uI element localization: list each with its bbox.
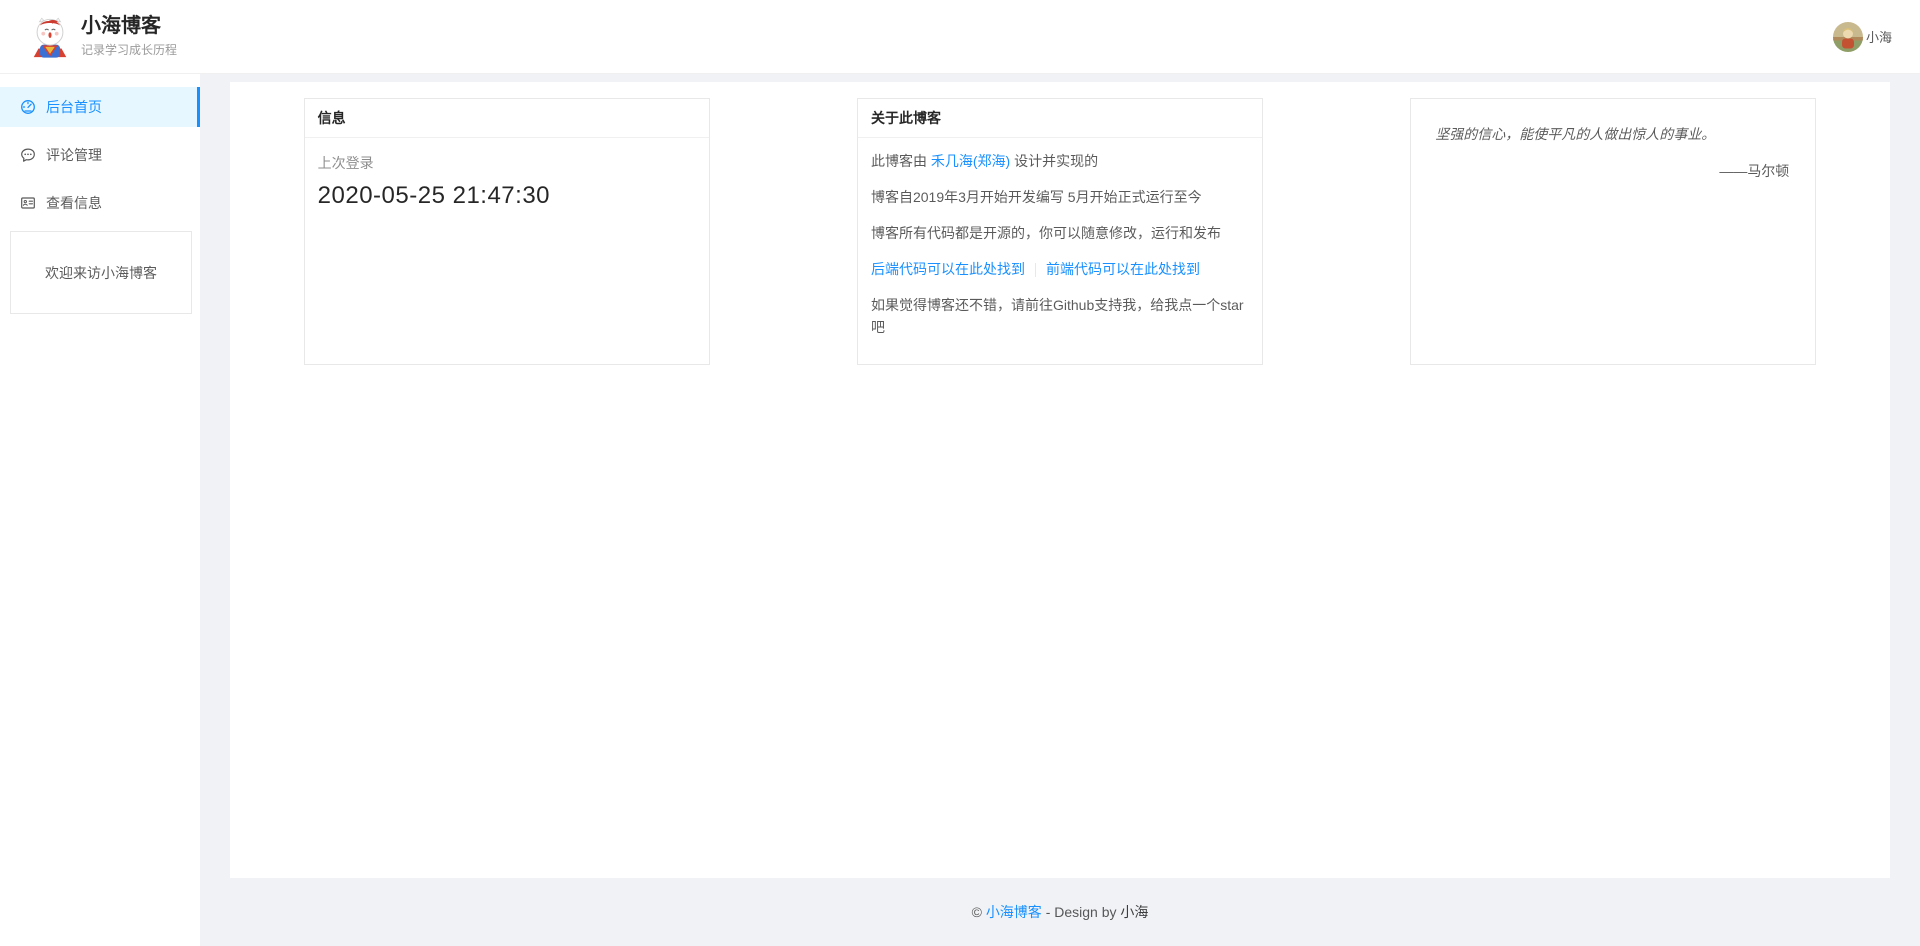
last-login-value: 2020-05-25 21:47:30	[318, 182, 696, 210]
site-brand: 小海博客 记录学习成长历程	[28, 15, 177, 59]
site-subtitle: 记录学习成长历程	[81, 41, 177, 58]
page-footer: © 小海博客 - Design by 小海	[200, 878, 1920, 946]
sidebar-item-dashboard[interactable]: 后台首页	[0, 87, 200, 127]
quote-text: 坚强的信心，能使平凡的人做出惊人的事业。	[1435, 123, 1791, 145]
welcome-box: 欢迎来访小海博客	[10, 231, 192, 314]
author-link[interactable]: 禾几海(郑海)	[931, 153, 1010, 169]
sidebar: 后台首页 评论管理 查看信息	[0, 74, 200, 946]
site-logo-icon	[28, 15, 72, 59]
sidebar-item-comments[interactable]: 评论管理	[0, 135, 200, 175]
about-line1-suffix: 设计并实现的	[1010, 153, 1098, 169]
vertical-divider	[1035, 263, 1036, 277]
sidebar-item-label: 查看信息	[46, 193, 102, 213]
about-line-author: 此博客由 禾几海(郑海) 设计并实现的	[871, 150, 1249, 172]
info-card-title: 信息	[305, 99, 709, 138]
idcard-icon	[20, 195, 36, 211]
copyright-prefix: ©	[972, 904, 986, 920]
main-panel: 信息 上次登录 2020-05-25 21:47:30 关于此博客 此博客由 禾…	[230, 82, 1890, 878]
brand-text: 小海博客 记录学习成长历程	[81, 15, 177, 58]
user-menu[interactable]: 小海	[1833, 22, 1892, 52]
quote-card: 坚强的信心，能使平凡的人做出惊人的事业。 ——马尔顿	[1410, 98, 1816, 365]
backend-code-link[interactable]: 后端代码可以在此处找到	[871, 261, 1025, 277]
footer-middle-text: - Design by	[1042, 904, 1121, 920]
about-line-history: 博客自2019年3月开始开发编写 5月开始正式运行至今	[871, 186, 1249, 208]
info-card-body: 上次登录 2020-05-25 21:47:30	[305, 138, 709, 222]
footer-site-link[interactable]: 小海博客	[986, 902, 1042, 922]
last-login-label: 上次登录	[318, 153, 696, 173]
sidebar-item-label: 后台首页	[46, 97, 102, 117]
content-area: 信息 上次登录 2020-05-25 21:47:30 关于此博客 此博客由 禾…	[200, 74, 1920, 946]
info-card: 信息 上次登录 2020-05-25 21:47:30	[304, 98, 710, 365]
welcome-text: 欢迎来访小海博客	[45, 263, 157, 283]
about-card: 关于此博客 此博客由 禾几海(郑海) 设计并实现的 博客自2019年3月开始开发…	[857, 98, 1263, 365]
app-header: 小海博客 记录学习成长历程 小海	[0, 0, 1920, 74]
about-card-body: 此博客由 禾几海(郑海) 设计并实现的 博客自2019年3月开始开发编写 5月开…	[858, 138, 1262, 364]
sidebar-menu: 后台首页 评论管理 查看信息	[0, 87, 200, 223]
about-line-links: 后端代码可以在此处找到 前端代码可以在此处找到	[871, 258, 1249, 280]
cards-row: 信息 上次登录 2020-05-25 21:47:30 关于此博客 此博客由 禾…	[230, 98, 1890, 365]
site-title: 小海博客	[81, 15, 177, 37]
user-name: 小海	[1866, 27, 1892, 46]
user-avatar	[1833, 22, 1863, 52]
dashboard-icon	[20, 99, 36, 115]
comment-icon	[20, 147, 36, 163]
frontend-code-link[interactable]: 前端代码可以在此处找到	[1046, 261, 1200, 277]
about-card-title: 关于此博客	[858, 99, 1262, 138]
about-line-opensource: 博客所有代码都是开源的，你可以随意修改，运行和发布	[871, 222, 1249, 244]
about-line1-prefix: 此博客由	[871, 153, 931, 169]
sidebar-item-view-info[interactable]: 查看信息	[0, 183, 200, 223]
about-line-github: 如果觉得博客还不错，请前往Github支持我，给我点一个star吧	[871, 294, 1249, 338]
quote-card-body: 坚强的信心，能使平凡的人做出惊人的事业。 ——马尔顿	[1411, 99, 1815, 205]
footer-author-name: 小海	[1120, 902, 1148, 922]
sidebar-item-label: 评论管理	[46, 145, 102, 165]
quote-author: ——马尔顿	[1435, 161, 1789, 181]
